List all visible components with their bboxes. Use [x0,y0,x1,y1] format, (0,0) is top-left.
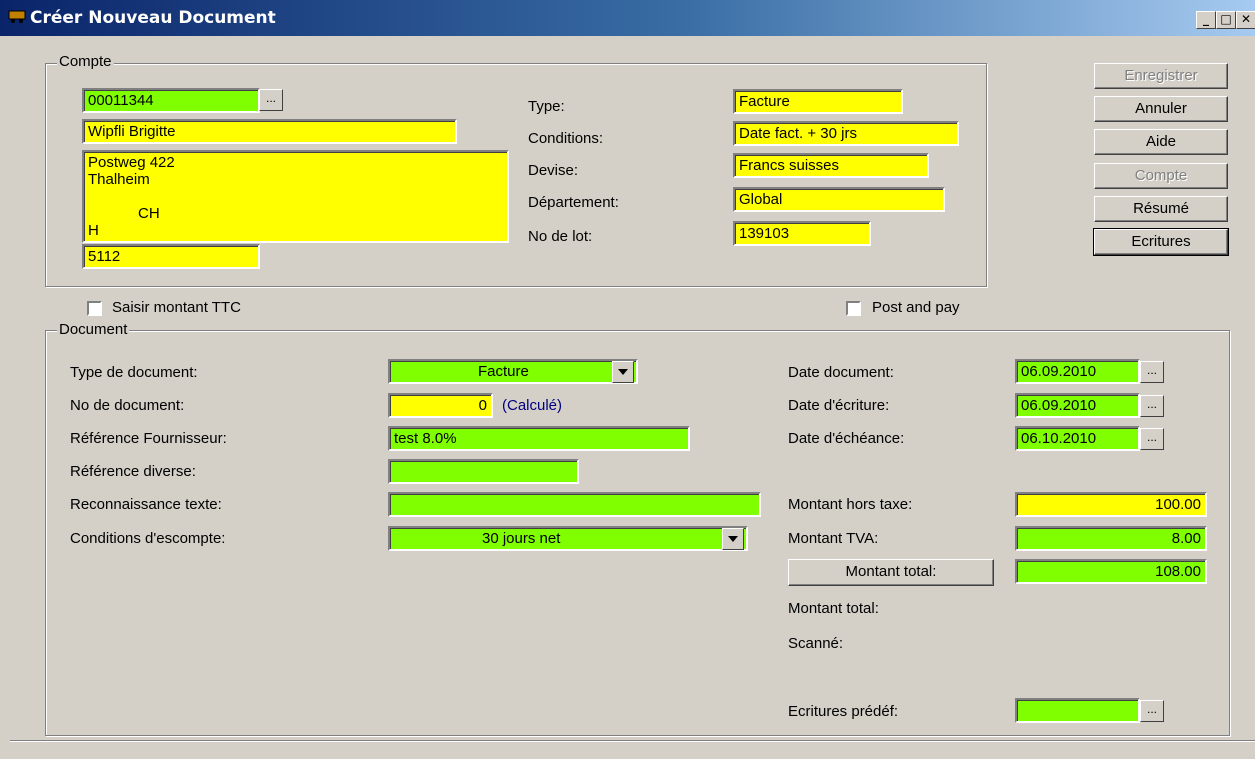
account-browse-button[interactable]: ... [259,89,283,111]
type-document-value: Facture [478,363,529,380]
devise-label: Devise: [528,162,579,179]
date-ecriture-picker-button[interactable]: ... [1140,395,1164,417]
type-document-code: I [402,380,406,382]
conditions-escompte-value: 30 jours net [482,530,561,547]
type-field[interactable]: Facture [733,89,903,114]
no-document-note: (Calculé) [502,397,563,414]
montant-total-field[interactable]: 108.00 [1015,559,1207,584]
scanne-label: Scanné: [788,635,844,652]
type-document-label: Type de document: [70,364,198,381]
post-and-pay-checkbox[interactable] [846,301,861,316]
conditions-escompte-label: Conditions d'escompte: [70,530,226,547]
departement-field[interactable]: Global [733,187,945,212]
montant-total-button[interactable]: Montant total: [788,559,994,586]
account-address-field[interactable]: Postweg 422 Thalheim CH H [82,150,509,243]
date-document-label: Date document: [788,364,894,381]
window-title: Créer Nouveau Document [30,8,276,28]
account-number-field[interactable]: 00011344 [82,88,260,113]
aide-button[interactable]: Aide [1094,129,1228,155]
maximize-button[interactable]: □ [1216,11,1236,29]
lot-label: No de lot: [528,228,593,245]
date-echeance-label: Date d'échéance: [788,430,905,447]
montant-tva-field[interactable]: 8.00 [1015,526,1207,551]
compte-button[interactable]: Compte [1094,163,1228,189]
departement-label: Département: [528,194,619,211]
conditions-escompte-dropdown-icon[interactable] [722,528,744,550]
ecritures-predef-label: Ecritures prédéf: [788,703,899,720]
ref-fournisseur-field[interactable]: test 8.0% [388,426,690,451]
montant-ht-field[interactable]: 100.00 [1015,492,1207,517]
reconnaissance-label: Reconnaissance texte: [70,496,222,513]
conditions-field[interactable]: Date fact. + 30 jrs [733,121,959,146]
type-document-select[interactable]: I Facture [388,359,638,384]
ecritures-button[interactable]: Ecritures [1093,228,1229,256]
close-button[interactable]: ✕ [1236,11,1255,29]
montant-total-label: Montant total: [788,600,879,617]
date-echeance-picker-button[interactable]: ... [1140,428,1164,450]
ref-diverse-label: Référence diverse: [70,463,196,480]
type-document-dropdown-icon[interactable] [612,361,634,383]
post-and-pay-label: Post and pay [872,299,960,316]
date-document-picker-button[interactable]: ... [1140,361,1164,383]
annuler-button[interactable]: Annuler [1094,96,1228,122]
conditions-escompte-select[interactable]: 30 30 jours net [388,526,748,551]
date-echeance-field[interactable]: 06.10.2010 [1015,426,1140,451]
no-document-field[interactable]: 0 [388,393,493,418]
lot-field[interactable]: 139103 [733,221,871,246]
account-postal-field[interactable]: 5112 [82,244,260,269]
ref-diverse-field[interactable] [388,459,579,484]
montant-ht-label: Montant hors taxe: [788,496,913,513]
minimize-button[interactable]: _ [1196,11,1216,29]
reconnaissance-field[interactable] [388,492,761,517]
conditions-label: Conditions: [528,130,604,147]
date-ecriture-label: Date d'écriture: [788,397,890,414]
status-bar [10,740,1255,759]
type-label: Type: [528,98,565,115]
date-ecriture-field[interactable]: 06.09.2010 [1015,393,1140,418]
ecritures-predef-browse-button[interactable]: ... [1140,700,1164,722]
title-bar: Créer Nouveau Document _ □ ✕ [0,0,1255,36]
saisir-ttc-checkbox[interactable] [87,301,102,316]
conditions-escompte-code: 30 [402,547,419,549]
ref-fournisseur-label: Référence Fournisseur: [70,430,227,447]
document-group-label: Document [57,321,130,338]
date-document-field[interactable]: 06.09.2010 [1015,359,1140,384]
app-icon [8,10,26,23]
account-name-field[interactable]: Wipfli Brigitte [82,119,457,144]
saisir-ttc-label: Saisir montant TTC [112,299,241,316]
devise-field[interactable]: Francs suisses [733,153,929,178]
enregistrer-button[interactable]: Enregistrer [1094,63,1228,89]
compte-group-label: Compte [57,53,114,70]
ecritures-predef-field[interactable] [1015,698,1140,723]
resume-button[interactable]: Résumé [1094,196,1228,222]
no-document-label: No de document: [70,397,185,414]
montant-tva-label: Montant TVA: [788,530,879,547]
